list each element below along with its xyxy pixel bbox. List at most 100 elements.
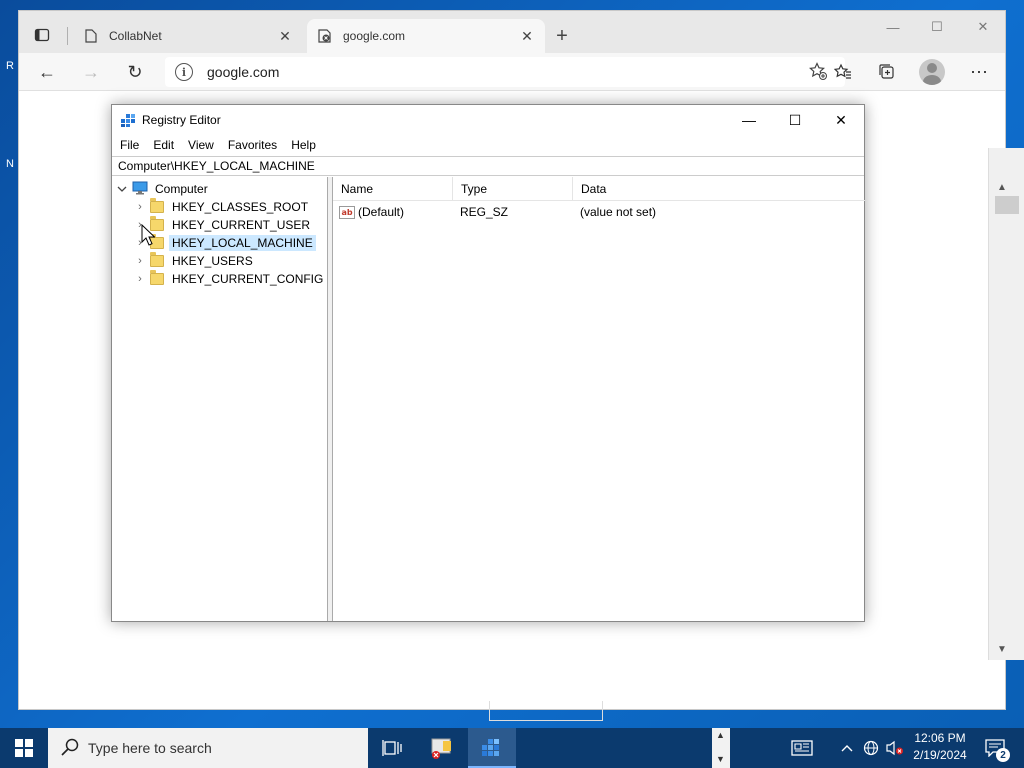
notification-center-button[interactable]: 2: [980, 728, 1010, 768]
refresh-button[interactable]: ↻: [121, 58, 149, 86]
string-value-icon: ab: [339, 205, 355, 219]
profile-avatar[interactable]: [919, 59, 945, 85]
registry-editor-icon: [482, 739, 499, 756]
search-placeholder: Type here to search: [88, 740, 212, 756]
values-list: Name Type Data ab (Default) REG_SZ (valu…: [332, 177, 865, 621]
tree-item-hkey-users[interactable]: › HKEY_USERS: [133, 252, 256, 270]
info-icon[interactable]: i: [175, 63, 193, 81]
navigation-bar: ← → ↻ i google.com ⋯: [19, 53, 1005, 91]
chevron-down-icon[interactable]: ▼: [716, 754, 725, 764]
menu-view[interactable]: View: [188, 138, 214, 152]
system-clock[interactable]: 12:06 PM 2/19/2024: [905, 730, 975, 764]
close-button[interactable]: ✕: [969, 17, 997, 37]
menu-favorites[interactable]: Favorites: [228, 138, 277, 152]
more-menu-button[interactable]: ⋯: [965, 58, 993, 86]
maximize-button[interactable]: ☐: [923, 17, 951, 37]
forward-button[interactable]: →: [77, 58, 105, 86]
url-text[interactable]: google.com: [207, 64, 279, 80]
news-widget-icon[interactable]: [784, 728, 820, 768]
desktop-icon-label[interactable]: N: [6, 158, 14, 170]
taskbar-app-registry-editor[interactable]: [468, 728, 516, 768]
taskbar-app-network[interactable]: [418, 728, 466, 768]
start-button[interactable]: [0, 728, 48, 768]
chevron-right-icon[interactable]: ›: [133, 255, 147, 267]
tab-bar: CollabNet ✕ google.com ✕ + — ☐ ✕: [19, 11, 1005, 53]
column-header-data[interactable]: Data: [573, 177, 863, 201]
scroll-down-icon[interactable]: ▼: [997, 644, 1007, 655]
back-button[interactable]: ←: [33, 58, 61, 86]
volume-muted-icon[interactable]: [884, 728, 906, 768]
value-data: (value not set): [580, 205, 657, 219]
menu-edit[interactable]: Edit: [153, 138, 174, 152]
chevron-right-icon[interactable]: ›: [133, 201, 147, 213]
network-error-app-icon: [431, 738, 451, 759]
task-view-icon: [382, 740, 402, 756]
value-row[interactable]: ab (Default) REG_SZ (value not set): [333, 203, 865, 221]
chevron-up-icon[interactable]: ▲: [716, 730, 725, 740]
value-name-cell: ab (Default): [339, 203, 404, 221]
page-icon: [83, 28, 99, 44]
menu-bar: File Edit View Favorites Help: [112, 135, 864, 155]
close-icon[interactable]: ✕: [277, 28, 293, 44]
tree-item-hkey-classes-root[interactable]: › HKEY_CLASSES_ROOT: [133, 198, 311, 216]
computer-icon: [132, 181, 148, 198]
chevron-up-icon[interactable]: [838, 728, 856, 768]
close-button[interactable]: ✕: [818, 105, 864, 135]
tree-label: HKEY_CLASSES_ROOT: [172, 200, 309, 214]
tree-label: HKEY_CURRENT_CONFIG: [172, 272, 324, 286]
minimize-button[interactable]: —: [726, 105, 772, 135]
clock-date: 2/19/2024: [913, 748, 967, 762]
tree-item-hkey-current-user[interactable]: › HKEY_CURRENT_USER: [133, 216, 313, 234]
registry-address-bar[interactable]: Computer\HKEY_LOCAL_MACHINE: [112, 156, 864, 176]
maximize-button[interactable]: ☐: [772, 105, 818, 135]
tab-google[interactable]: google.com ✕: [307, 19, 545, 53]
mouse-cursor-icon: [141, 223, 156, 246]
tree-label: Computer: [155, 182, 208, 196]
tab-actions-icon[interactable]: [27, 21, 57, 49]
folder-icon: [150, 270, 164, 285]
tree-item-hkey-local-machine[interactable]: › HKEY_LOCAL_MACHINE: [133, 234, 316, 252]
tree-label: HKEY_USERS: [172, 254, 253, 268]
tab-collabnet[interactable]: CollabNet ✕: [73, 19, 303, 53]
menu-help[interactable]: Help: [291, 138, 316, 152]
scroll-up-icon[interactable]: ▲: [997, 182, 1007, 193]
favorites-icon[interactable]: [829, 58, 857, 86]
chevron-down-icon[interactable]: [115, 184, 129, 194]
registry-editor-icon: [120, 112, 136, 128]
scroll-thumb[interactable]: [995, 196, 1019, 214]
tab-title: CollabNet: [109, 29, 162, 43]
title-bar[interactable]: Registry Editor — ☐ ✕: [112, 105, 864, 135]
registry-editor-window: Registry Editor — ☐ ✕ File Edit View Fav…: [111, 104, 865, 622]
menu-file[interactable]: File: [120, 138, 139, 152]
tree-item-computer[interactable]: Computer: [115, 180, 211, 198]
globe-icon[interactable]: [860, 728, 882, 768]
column-header-type[interactable]: Type: [453, 177, 573, 201]
taskbar: Type here to search ▲ ▼ 12:06 PM 2/19/20…: [0, 728, 1024, 768]
tree-label: HKEY_LOCAL_MACHINE: [169, 235, 316, 251]
folder-icon: [150, 252, 164, 267]
window-title: Registry Editor: [142, 113, 221, 127]
tab-title: google.com: [343, 29, 406, 43]
taskbar-scroll-stub[interactable]: ▲ ▼: [712, 728, 730, 768]
collections-icon[interactable]: [873, 58, 901, 86]
tree-label: HKEY_CURRENT_USER: [172, 218, 311, 232]
blocked-site-icon: [317, 28, 333, 44]
page-scrollbar[interactable]: ▲ ▼: [988, 148, 1024, 660]
tree-item-hkey-current-config[interactable]: › HKEY_CURRENT_CONFIG: [133, 270, 326, 288]
page-element: [489, 701, 603, 721]
desktop-icon-label[interactable]: R: [6, 60, 14, 72]
clock-time: 12:06 PM: [914, 731, 966, 745]
add-favorite-icon[interactable]: [809, 62, 827, 85]
chevron-right-icon[interactable]: ›: [133, 273, 147, 285]
taskbar-search-box[interactable]: Type here to search: [48, 728, 368, 768]
notification-count-badge: 2: [996, 748, 1010, 762]
value-name: (Default): [358, 205, 405, 219]
address-bar[interactable]: i google.com: [165, 57, 845, 87]
new-tab-button[interactable]: +: [551, 25, 573, 47]
column-header-name[interactable]: Name: [333, 177, 453, 201]
task-view-button[interactable]: [368, 728, 416, 768]
minimize-button[interactable]: —: [879, 17, 907, 37]
list-header: Name Type Data: [333, 177, 865, 201]
close-icon[interactable]: ✕: [519, 28, 535, 44]
tab-separator: [67, 27, 68, 45]
